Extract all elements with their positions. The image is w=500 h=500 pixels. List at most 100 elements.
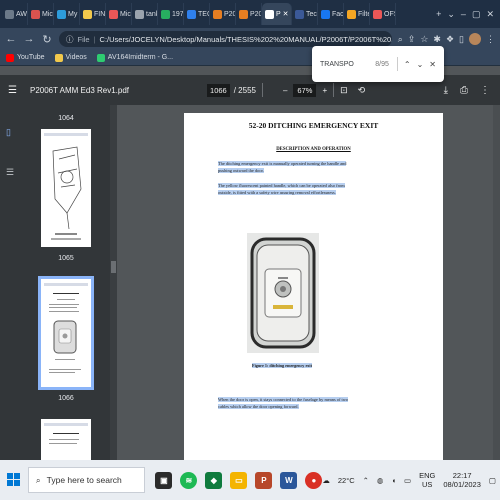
language-bottom: US [422,480,433,489]
menu-dots-icon[interactable]: ⋮ [486,34,495,45]
clock[interactable]: 22:17 08/01/2023 [443,471,481,489]
share-icon[interactable]: ⇪ [408,34,416,45]
windows-logo-icon [6,473,20,486]
sidebar-menu-icon[interactable]: ☰ [8,85,24,96]
tab-label: TECI [198,10,209,18]
bookmark-item[interactable]: Videos [54,53,87,62]
reload-button[interactable]: ↻ [41,33,53,46]
browser-tab[interactable]: P200 [210,3,236,25]
tab-label: Micr [42,10,54,18]
word-icon[interactable]: W [280,471,298,489]
tray-arrow-icon[interactable]: ⌃ [363,476,369,485]
browser-tab[interactable]: Face [318,3,344,25]
tab-label: 1970 [172,10,184,18]
more-options-icon[interactable]: ⋮ [480,85,490,96]
zoom-in-button[interactable]: + [322,86,327,95]
bookmark-item[interactable]: AV164Imidterm - G... [96,53,173,62]
tab-search-icon[interactable]: ⌄ [447,9,455,20]
fit-page-icon[interactable]: ⊡ [340,85,348,96]
file-explorer-icon[interactable]: ▭ [230,471,248,489]
zoom-out-button[interactable]: – [283,86,287,95]
weather-temp[interactable]: 22°C [338,476,355,485]
bookmark-favicon-icon [6,53,14,62]
browser-tab[interactable]: Micr [106,3,132,25]
minimize-button[interactable]: – [461,9,466,19]
find-prev-button[interactable]: ⌃ [404,60,411,69]
puzzle-icon[interactable]: ❖ [446,34,454,45]
browser-tab[interactable]: tank [132,3,158,25]
thumbnail-page-selected[interactable] [38,276,94,390]
browser-tab[interactable]: TECI [184,3,210,25]
print-icon[interactable]: ⎙ [460,85,468,96]
tab-favicon-icon [213,9,222,19]
search-icon: ⌕ [35,474,41,485]
task-view-icon[interactable]: ▣ [155,471,173,489]
rotate-icon[interactable]: ⟲ [358,85,366,96]
thumbnail-page[interactable] [41,419,91,460]
find-input[interactable]: TRANSPO [320,61,375,68]
extension-icon[interactable]: ✱ [433,34,441,45]
extension-icons: ⌕ ⇪ ☆ ✱ ❖ ▯ ⋮ [398,33,495,45]
thumbnail-label: 1065 [58,255,74,262]
bookmark-star-icon[interactable]: ☆ [420,34,428,45]
notification-icon[interactable]: ▢ [489,476,496,485]
browser-tab[interactable]: FINA [80,3,106,25]
browser-tab[interactable]: 1970 [158,3,184,25]
bookmark-item[interactable]: YouTube [6,53,45,62]
page-number-input[interactable]: 1066 [207,83,230,97]
browser-tab[interactable]: P ✕ [262,3,292,25]
tab-favicon-icon [187,9,196,19]
zoom-input[interactable]: 67% [293,83,317,97]
taskbar-search-input[interactable]: ⌕ Type here to search [27,467,146,493]
tab-close-icon[interactable]: ✕ [283,10,289,18]
battery-icon[interactable]: ▭ [404,476,411,485]
info-icon[interactable]: ⓘ [66,34,74,45]
volume-icon[interactable]: ◖ [391,476,396,485]
browser-tab[interactable]: Micr [28,3,54,25]
browser-tab[interactable]: My F [54,3,80,25]
section-heading: DESCRIPTION AND OPERATION [276,147,351,152]
pdf-actions: ⤓ ⎙ ⋮ [444,85,500,96]
new-tab-button[interactable]: + [436,9,441,19]
url-input[interactable]: ⓘ File | C:/Users/JOCELYN/Desktop/Manual… [59,31,392,47]
clock-date: 08/01/2023 [443,480,481,489]
thumbnail-page[interactable] [41,129,91,247]
browser-tab[interactable]: Filtei [344,3,370,25]
profile-avatar[interactable] [469,33,481,45]
forward-button[interactable]: → [23,33,35,45]
start-button[interactable] [0,473,28,487]
download-icon[interactable]: ⤓ [444,85,448,96]
thumbnail-scrollbar[interactable] [110,105,117,460]
browser-tab[interactable]: AWC [2,3,28,25]
find-next-button[interactable]: ⌄ [417,60,424,69]
windows-taskbar: ⌕ Type here to search ▣ ≋ ◆ ▭ P W ● ☁ 22… [0,460,500,500]
pdf-viewer[interactable]: 52-20 DITCHING EMERGENCY EXIT DESCRIPTIO… [117,105,500,460]
browser-tab[interactable]: P200 [236,3,262,25]
tab-favicon-icon [373,9,382,19]
paragraph-1-text: The ditching emergency exit is manually … [218,161,347,173]
weather-icon[interactable]: ☁ [322,476,330,485]
thumbnail-scroll-thumb[interactable] [111,261,116,273]
language-indicator[interactable]: ENG US [419,471,435,489]
network-icon[interactable]: ◍ [377,476,384,485]
back-button[interactable]: ← [5,33,17,45]
find-close-button[interactable]: ✕ [429,60,436,69]
outline-view-icon[interactable]: ☰ [6,167,16,179]
spotify-icon[interactable]: ≋ [180,471,198,489]
tab-label: AWC [16,10,28,18]
pdf-sidebar-rail: ▯ ☰ [0,105,22,460]
game-app-icon[interactable]: ◆ [205,471,223,489]
page-scrollbar[interactable] [493,105,500,460]
powerpoint-icon[interactable]: P [255,471,273,489]
sidepanel-icon[interactable]: ▯ [459,34,464,45]
language-top: ENG [419,471,436,480]
browser-tab[interactable]: Tecn [292,3,318,25]
chrome-icon[interactable]: ● [305,471,323,489]
browser-tab[interactable]: OFS [370,3,396,25]
close-window-button[interactable]: ✕ [486,9,494,20]
figure-caption: Figure 1: ditching emergency exit [184,363,380,368]
thumbnails-view-icon[interactable]: ▯ [6,127,16,139]
tab-favicon-icon [321,9,330,19]
maximize-button[interactable]: ▢ [472,9,481,20]
find-icon[interactable]: ⌕ [398,34,403,45]
